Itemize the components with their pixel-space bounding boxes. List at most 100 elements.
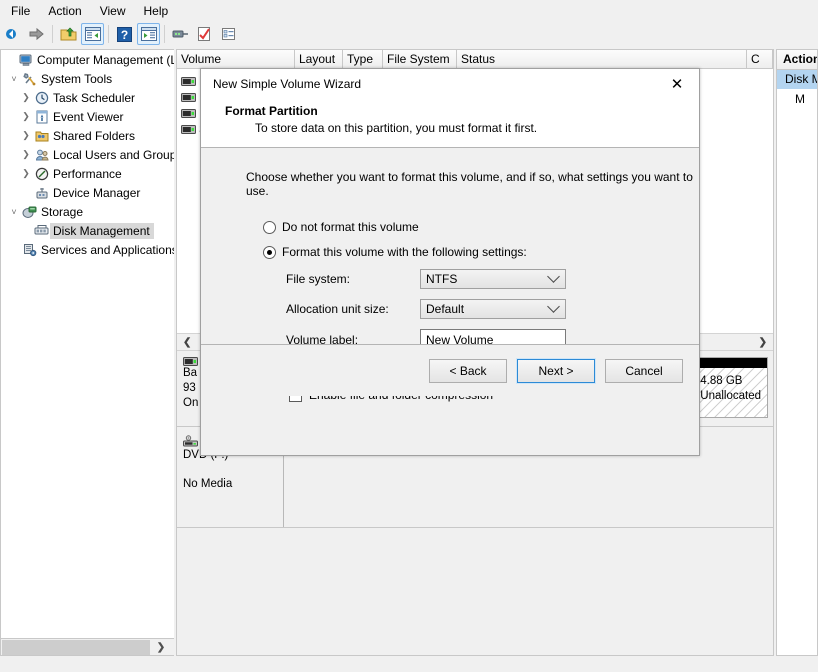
computer-icon [17, 53, 34, 67]
back-icon[interactable] [1, 23, 24, 45]
tree-item-event-viewer[interactable]: ❯ Event Viewer [1, 107, 174, 126]
partition-body: 4.88 GB Unallocated [694, 368, 767, 417]
column-header-file-system[interactable]: File System [383, 50, 457, 68]
field-file-system: File system: NTFS [286, 269, 699, 289]
forward-icon[interactable] [25, 23, 48, 45]
radio-do-not-format[interactable]: Do not format this volume [263, 220, 699, 234]
cancel-button[interactable]: Cancel [605, 358, 683, 383]
column-header-type[interactable]: Type [343, 50, 383, 68]
toolbar-separator [108, 25, 109, 43]
volume-icon [181, 124, 199, 134]
tree-item-computer-management[interactable]: Computer Management (Local [1, 50, 174, 69]
scrollbar-thumb[interactable] [2, 639, 150, 655]
column-header-volume[interactable]: Volume [177, 50, 295, 68]
tree-item-device-manager[interactable]: Device Manager [1, 183, 174, 202]
console-tree[interactable]: Computer Management (Local ˅ System Tool… [0, 49, 174, 639]
next-button[interactable]: Next > [516, 357, 596, 384]
radio-format-with-settings[interactable]: Format this volume with the following se… [263, 245, 699, 259]
radio-label: Do not format this volume [282, 220, 419, 234]
storage-icon [21, 205, 38, 219]
legend: Unallocated Primary partition [177, 655, 773, 656]
clock-icon [33, 91, 50, 105]
partition-unallocated[interactable]: 4.88 GB Unallocated [693, 357, 768, 418]
tree-item-task-scheduler[interactable]: ❯ Task Scheduler [1, 88, 174, 107]
partition-size: 4.88 GB [700, 375, 743, 387]
partition-label: Unallocated [700, 390, 761, 402]
allocation-unit-size-combobox[interactable]: Default [420, 299, 566, 319]
scroll-right-arrow-icon[interactable]: ❯ [150, 642, 172, 653]
tree-item-label: Task Scheduler [53, 90, 136, 105]
disk-icon [183, 357, 198, 366]
tree-item-performance[interactable]: ❯ Performance [1, 164, 174, 183]
scroll-left-arrow-icon[interactable]: ❮ [177, 337, 191, 348]
toolbar-separator [52, 25, 53, 43]
dialog-title-bar[interactable]: New Simple Volume Wizard ✕ [201, 69, 699, 99]
close-icon[interactable]: ✕ [655, 69, 699, 99]
actions-item-disk-management[interactable]: Disk M [777, 70, 817, 89]
computer-management-window: File Action View Help ? Computer Managem… [0, 0, 818, 672]
volume-list-header: Volume Layout Type File System Status C [177, 50, 773, 69]
expander-icon[interactable]: ❯ [19, 168, 33, 179]
tree-item-services-and-applications[interactable]: Services and Applications [1, 240, 174, 259]
sidebar-item-disk-management[interactable]: Disk Management [1, 221, 174, 240]
tree-item-label: Device Manager [53, 185, 141, 200]
show-hide-console-tree-icon[interactable] [81, 23, 104, 45]
users-icon [33, 148, 50, 162]
tree-item-label: Services and Applications [41, 242, 174, 257]
expander-icon[interactable]: ˅ [7, 74, 21, 84]
dialog-title: New Simple Volume Wizard [213, 77, 362, 91]
menu-bar: File Action View Help [0, 0, 818, 21]
combobox-value: NTFS [426, 272, 458, 286]
dialog-heading: Format Partition [225, 104, 318, 118]
actions-pane-header: Action [777, 50, 817, 70]
toolbar: ? [0, 21, 818, 47]
tree-horizontal-scrollbar[interactable]: ❯ [0, 639, 174, 656]
tree-item-local-users-and-groups[interactable]: ❯ Local Users and Groups [1, 145, 174, 164]
export-list-icon[interactable] [217, 23, 240, 45]
cdrom-icon [183, 434, 198, 447]
expander-icon[interactable]: ❯ [19, 130, 33, 141]
tree-item-label: Local Users and Groups [53, 147, 174, 162]
expander-icon[interactable]: ˅ [7, 207, 21, 217]
volume-icon [181, 76, 199, 86]
column-header-capacity[interactable]: C [747, 50, 773, 68]
tree-item-shared-folders[interactable]: ❯ Shared Folders [1, 126, 174, 145]
disk-state: No Media [183, 478, 233, 490]
file-system-combobox[interactable]: NTFS [420, 269, 566, 289]
partition-cap [694, 358, 767, 368]
expander-icon[interactable]: ❯ [19, 149, 33, 160]
tree-item-label: Disk Management [50, 222, 154, 239]
column-header-status[interactable]: Status [457, 50, 747, 68]
services-icon [21, 243, 38, 257]
radio-icon[interactable] [263, 220, 276, 234]
expander-icon[interactable]: ❯ [19, 111, 33, 122]
up-folder-icon[interactable] [57, 23, 80, 45]
properties-icon[interactable] [169, 23, 192, 45]
event-icon [33, 110, 50, 124]
column-header-layout[interactable]: Layout [295, 50, 343, 68]
actions-item-more[interactable]: M [777, 89, 817, 106]
back-button[interactable]: < Back [429, 358, 507, 383]
radio-icon-selected[interactable] [263, 245, 276, 259]
chevron-down-icon [547, 300, 560, 313]
svg-text:?: ? [121, 28, 128, 42]
scroll-right-arrow-icon[interactable]: ❯ [759, 337, 773, 348]
tree-item-label: Computer Management (Local [37, 52, 174, 67]
tree-item-storage[interactable]: ˅ Storage [1, 202, 174, 221]
menu-item-view[interactable]: View [91, 2, 135, 20]
expander-icon[interactable]: ❯ [19, 92, 33, 103]
tree-item-system-tools[interactable]: ˅ System Tools [1, 69, 174, 88]
menu-item-file[interactable]: File [2, 2, 39, 20]
volume-icon [181, 108, 199, 118]
menu-item-action[interactable]: Action [39, 2, 90, 20]
help-icon[interactable]: ? [113, 23, 136, 45]
tools-icon [21, 72, 38, 86]
field-allocation-unit-size: Allocation unit size: Default [286, 299, 699, 319]
dialog-header: Format Partition To store data on this p… [201, 99, 699, 148]
menu-item-help[interactable]: Help [135, 2, 178, 20]
chevron-down-icon [547, 270, 560, 283]
show-hide-action-pane-icon[interactable] [137, 23, 160, 45]
refresh-icon[interactable] [193, 23, 216, 45]
device-manager-icon [33, 186, 50, 200]
